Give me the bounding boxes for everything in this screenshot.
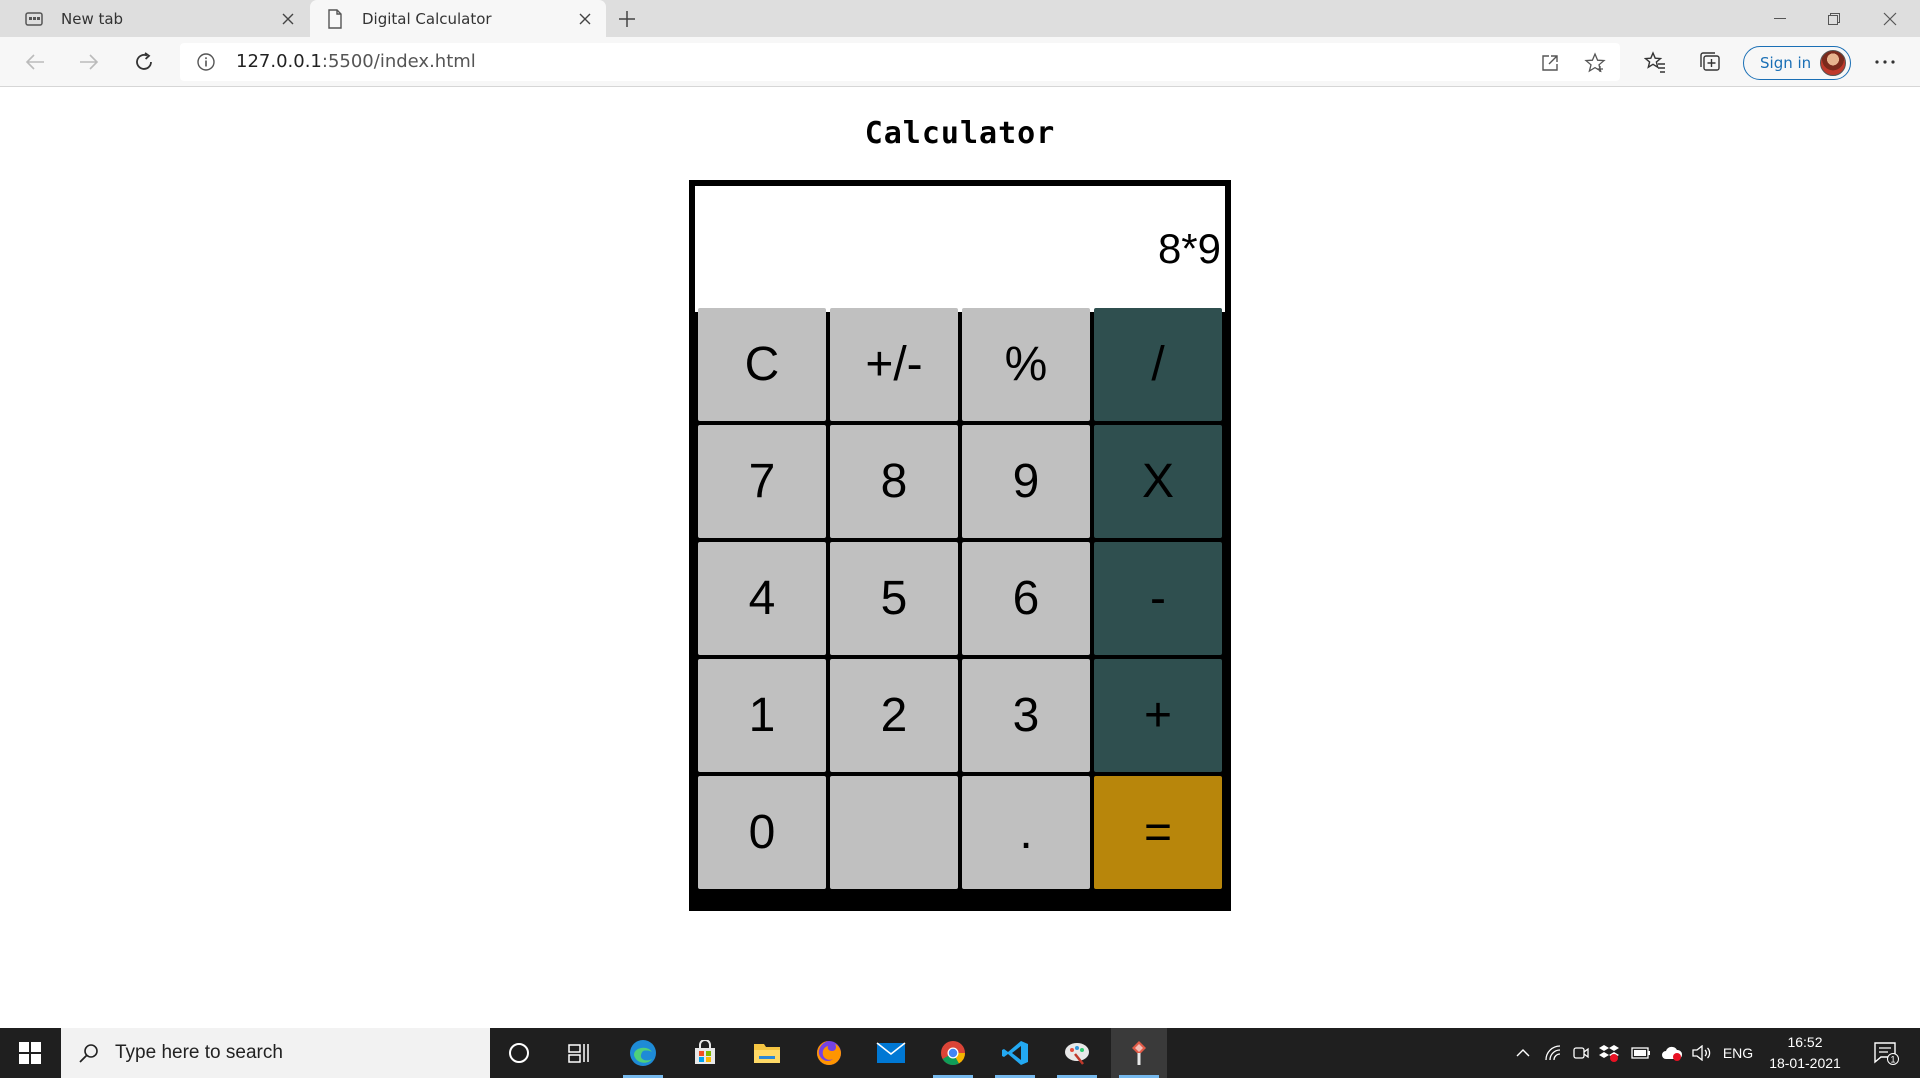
favorites-icon[interactable] [1638, 45, 1672, 79]
key-button[interactable]: 2 [830, 659, 958, 772]
key-button[interactable]: 1 [698, 659, 826, 772]
forward-arrow-icon[interactable] [71, 45, 107, 79]
key-button[interactable]: % [962, 308, 1090, 421]
restore-icon[interactable] [1806, 0, 1862, 37]
calculator-keypad: C +/-%/ 7 8 9 X 4 5 6- 1 2 3 +0. = [698, 308, 1222, 889]
sign-in-label: Sign in [1760, 54, 1812, 72]
firefox-icon[interactable] [801, 1028, 857, 1078]
more-options-icon[interactable] [1868, 45, 1902, 79]
tab-title: Digital Calculator [362, 9, 492, 28]
key-button[interactable]: 3 [962, 659, 1090, 772]
minimize-icon[interactable] [1752, 0, 1808, 37]
key-button[interactable]: C [698, 308, 826, 421]
browser-toolbar: 127.0.0.1:5500/index.html Sign in [0, 37, 1920, 87]
taskbar-search-box[interactable]: Type here to search [61, 1028, 490, 1078]
dropbox-icon[interactable] [1596, 1028, 1622, 1078]
close-icon[interactable] [275, 6, 301, 32]
chrome-icon[interactable] [925, 1028, 981, 1078]
key-button[interactable]: 5 [830, 542, 958, 655]
tab-strip: New tab Digital Calculator [0, 0, 1920, 37]
onedrive-icon[interactable] [1658, 1028, 1686, 1078]
key-button[interactable]: 8 [830, 425, 958, 538]
tab-digital-calculator[interactable]: Digital Calculator [310, 0, 606, 37]
language-indicator[interactable]: ENG [1718, 1028, 1758, 1078]
key-button[interactable]: / [1094, 308, 1222, 421]
url-host: 127.0.0.1 [236, 51, 322, 72]
key-button[interactable]: 9 [962, 425, 1090, 538]
paint-icon[interactable] [1049, 1028, 1105, 1078]
clock-time: 16:52 [1787, 1034, 1823, 1050]
page-content: Calculator 8*9 C +/-%/ 7 8 9 X 4 5 6- 1 2 3 +0. = [0, 88, 1920, 1028]
key-button[interactable]: 6 [962, 542, 1090, 655]
calculator: 8*9 C +/-%/ 7 8 9 X 4 5 6- 1 2 3 +0. = [689, 180, 1231, 911]
open-in-app-icon[interactable] [1536, 49, 1564, 77]
tab-title: New tab [61, 9, 124, 28]
back-arrow-icon[interactable] [17, 45, 53, 79]
key-button[interactable]: 4 [698, 542, 826, 655]
task-view-icon[interactable] [551, 1028, 607, 1078]
app-icon[interactable] [1111, 1028, 1167, 1078]
search-placeholder: Type here to search [115, 1042, 283, 1063]
sign-in-button[interactable]: Sign in [1743, 46, 1851, 80]
page-title: Calculator [864, 116, 1056, 151]
network-icon[interactable] [1540, 1028, 1566, 1078]
key-button[interactable]: 0 [698, 776, 826, 889]
search-icon [77, 1041, 101, 1065]
key-button[interactable]: +/- [830, 308, 958, 421]
edge-icon[interactable] [615, 1028, 671, 1078]
battery-icon[interactable] [1628, 1028, 1654, 1078]
close-icon[interactable] [572, 6, 598, 32]
key-button[interactable]: = [1094, 776, 1222, 889]
url-text[interactable]: 127.0.0.1:5500/index.html [236, 43, 476, 81]
key-button[interactable]: + [1094, 659, 1222, 772]
notifications-icon[interactable]: 1 [1866, 1028, 1906, 1078]
vscode-icon[interactable] [987, 1028, 1043, 1078]
collections-icon[interactable] [1693, 45, 1727, 79]
cortana-icon[interactable] [491, 1028, 547, 1078]
tab-new-tab[interactable]: New tab [9, 0, 309, 37]
close-window-icon[interactable] [1862, 0, 1918, 37]
notification-count: 1 [1890, 1055, 1895, 1065]
key-button[interactable]: X [1094, 425, 1222, 538]
favorite-star-icon[interactable] [1581, 49, 1609, 77]
avatar [1820, 50, 1846, 76]
file-explorer-icon[interactable] [739, 1028, 795, 1078]
url-path: :5500/index.html [321, 51, 476, 72]
calculator-display: 8*9 [695, 186, 1225, 312]
key-button[interactable]: 7 [698, 425, 826, 538]
clock-date: 18-01-2021 [1769, 1055, 1841, 1071]
mail-icon[interactable] [863, 1028, 919, 1078]
refresh-icon[interactable] [126, 45, 162, 79]
taskbar: Type here to search ENG 16:52 18-01-2021… [0, 1028, 1920, 1078]
key-button[interactable]: - [1094, 542, 1222, 655]
key-button[interactable] [830, 776, 958, 889]
new-tab-button[interactable] [612, 4, 642, 34]
volume-icon[interactable] [1688, 1028, 1716, 1078]
address-bar[interactable]: 127.0.0.1:5500/index.html [180, 43, 1620, 81]
clock[interactable]: 16:52 18-01-2021 [1760, 1032, 1850, 1074]
meet-now-icon[interactable] [1568, 1028, 1594, 1078]
chevron-up-icon[interactable] [1510, 1028, 1536, 1078]
page-icon [324, 8, 346, 30]
store-icon[interactable] [677, 1028, 733, 1078]
newtab-icon [23, 8, 45, 30]
windows-start-icon[interactable] [0, 1028, 60, 1078]
info-icon[interactable] [196, 52, 216, 72]
key-button[interactable]: . [962, 776, 1090, 889]
